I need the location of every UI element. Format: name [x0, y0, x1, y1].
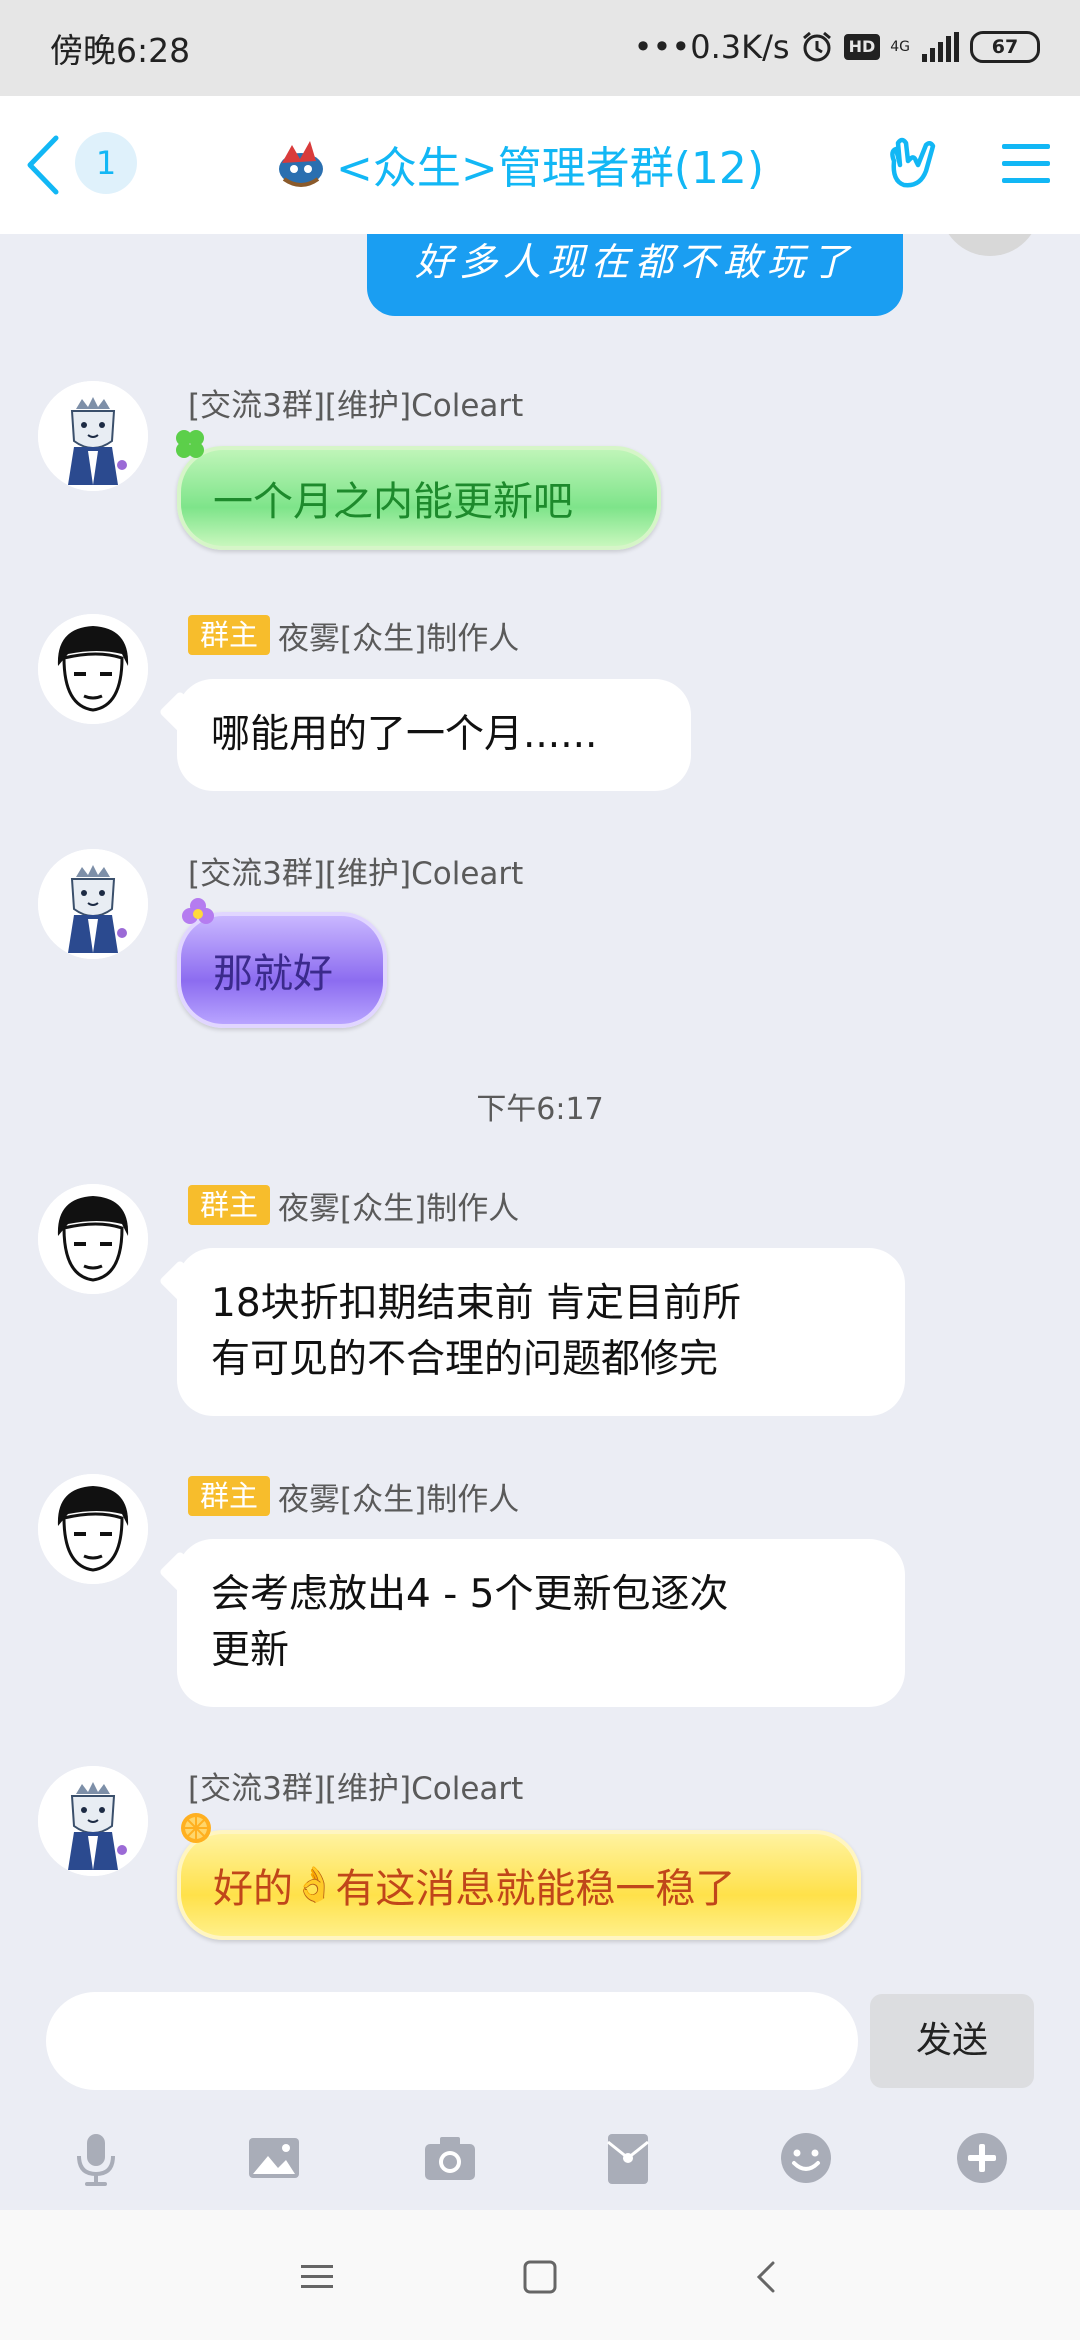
owner-role-badge: 群主 [188, 1185, 271, 1225]
message-text: 好的 [213, 1866, 293, 1912]
alarm-icon [802, 31, 831, 62]
owner-role-badge: 群主 [188, 1476, 271, 1516]
flower-decoration-icon [182, 898, 214, 924]
sender-name[interactable]: [交流3群][维护]Coleart [188, 382, 524, 424]
send-button[interactable]: 发送 [870, 1994, 1034, 2088]
unread-count-badge[interactable]: 1 [75, 132, 137, 194]
group-avatar-icon [279, 141, 323, 187]
status-time: 傍晚6:28 [50, 31, 191, 70]
sender-name[interactable]: [交流3群][维护]Coleart [188, 1765, 524, 1807]
sender-name-text: [交流3群][维护]Coleart [188, 855, 524, 892]
clover-decoration-icon [176, 430, 204, 458]
message-bubble[interactable]: 好的 👌 有这消息就能稳一稳了 [177, 1830, 861, 1940]
network-speed: •••0.3K/s [633, 28, 790, 66]
cat-avatar-icon [38, 1766, 148, 1876]
image-icon[interactable] [244, 2128, 304, 2188]
own-message-bubble[interactable]: 好多人现在都不敢玩了 [367, 234, 903, 316]
sender-avatar[interactable] [38, 849, 148, 959]
network-type: 4G [890, 39, 910, 55]
sender-avatar[interactable] [38, 381, 148, 491]
status-indicators: •••0.3K/s HD 4G 67 [634, 22, 1040, 72]
sender-avatar[interactable] [38, 1766, 148, 1876]
sender-name[interactable]: [交流3群][维护]Coleart [188, 850, 524, 892]
composer-toolbar [0, 2110, 1080, 2210]
menu-icon[interactable] [998, 136, 1054, 192]
cartoon-face-avatar-icon [38, 614, 148, 724]
sender-name-text: 夜雾[众生]制作人 [278, 1190, 520, 1227]
red-packet-icon[interactable] [598, 2128, 658, 2188]
hd-icon: HD [843, 34, 881, 60]
system-navigation-bar [0, 2210, 1080, 2340]
status-bar: 傍晚6:28 •••0.3K/s HD 4G 67 [0, 0, 1080, 96]
microphone-icon[interactable] [66, 2128, 126, 2188]
message-text-line: 有可见的不合理的问题都修完 [211, 1337, 719, 1382]
bubble-tail [158, 1259, 202, 1303]
back-arrow-icon[interactable] [18, 130, 68, 200]
camera-icon[interactable] [420, 2128, 480, 2188]
back-nav-icon[interactable] [745, 2255, 789, 2299]
sender-avatar[interactable] [38, 1474, 148, 1584]
plus-icon[interactable] [952, 2128, 1012, 2188]
sender-name-text: 夜雾[众生]制作人 [278, 620, 520, 657]
message-bubble[interactable]: 会考虑放出4 - 5个更新包逐次 更新 [158, 1539, 905, 1707]
sender-name[interactable]: 群主 夜雾[众生]制作人 [188, 1185, 520, 1227]
bubble-tail [158, 1550, 202, 1594]
message-bubble[interactable]: 18块折扣期结束前 肯定目前所 有可见的不合理的问题都修完 [158, 1248, 905, 1416]
bubble-tail [158, 690, 202, 734]
message-text-line: 更新 [211, 1628, 290, 1673]
sender-name-text: [交流3群][维护]Coleart [188, 1770, 524, 1807]
message-bubble[interactable]: 一个月之内能更新吧 [177, 446, 661, 550]
own-avatar[interactable] [940, 234, 1040, 256]
sender-name-text: 夜雾[众生]制作人 [278, 1481, 520, 1518]
sender-name[interactable]: 群主 夜雾[众生]制作人 [188, 615, 520, 657]
ok-hand-emoji-icon: 👌 [293, 1865, 336, 1905]
sender-avatar[interactable] [38, 614, 148, 724]
message-input[interactable] [46, 1992, 858, 2090]
message-composer: 发送 [0, 1990, 1080, 2130]
emoji-icon[interactable] [776, 2128, 836, 2188]
chat-title-area[interactable]: <众生>管理者群(12) [270, 133, 764, 195]
cat-avatar-icon [38, 381, 148, 491]
sender-name-text: [交流3群][维护]Coleart [188, 387, 524, 424]
sender-avatar[interactable] [38, 1184, 148, 1294]
home-icon[interactable] [518, 2255, 562, 2299]
message-text: 一个月之内能更新吧 [213, 479, 573, 525]
owner-role-badge: 群主 [188, 615, 271, 655]
signal-icon [922, 32, 959, 62]
message-text: 好多人现在都不敢玩了 [414, 240, 855, 284]
cartoon-face-avatar-icon [38, 1474, 148, 1584]
recent-apps-icon[interactable] [295, 2255, 339, 2299]
chat-message-list[interactable]: 好多人现在都不敢玩了 [交流3群][维护]Coleart 一个月之内能更新吧 群… [0, 234, 1080, 1990]
hand-gesture-icon[interactable] [880, 131, 942, 193]
cartoon-face-avatar-icon [38, 1184, 148, 1294]
message-text-line: 会考虑放出4 - 5个更新包逐次 [211, 1572, 729, 1617]
sender-name[interactable]: 群主 夜雾[众生]制作人 [188, 1476, 520, 1518]
message-text: 有这消息就能稳一稳了 [335, 1866, 736, 1912]
orange-slice-decoration-icon [181, 1813, 211, 1843]
message-text: 那就好 [213, 951, 333, 997]
chat-header: 1 <众生>管理者群(12) [0, 96, 1080, 234]
message-timestamp: 下午6:17 [476, 1092, 604, 1127]
message-text: 哪能用的了一个月...... [211, 712, 598, 757]
message-bubble[interactable]: 哪能用的了一个月...... [158, 679, 691, 791]
chat-title: <众生>管理者群(12) [336, 143, 765, 194]
cat-avatar-icon [38, 849, 148, 959]
message-text-line: 18块折扣期结束前 肯定目前所 [211, 1281, 742, 1326]
battery-indicator: 67 [970, 31, 1040, 63]
